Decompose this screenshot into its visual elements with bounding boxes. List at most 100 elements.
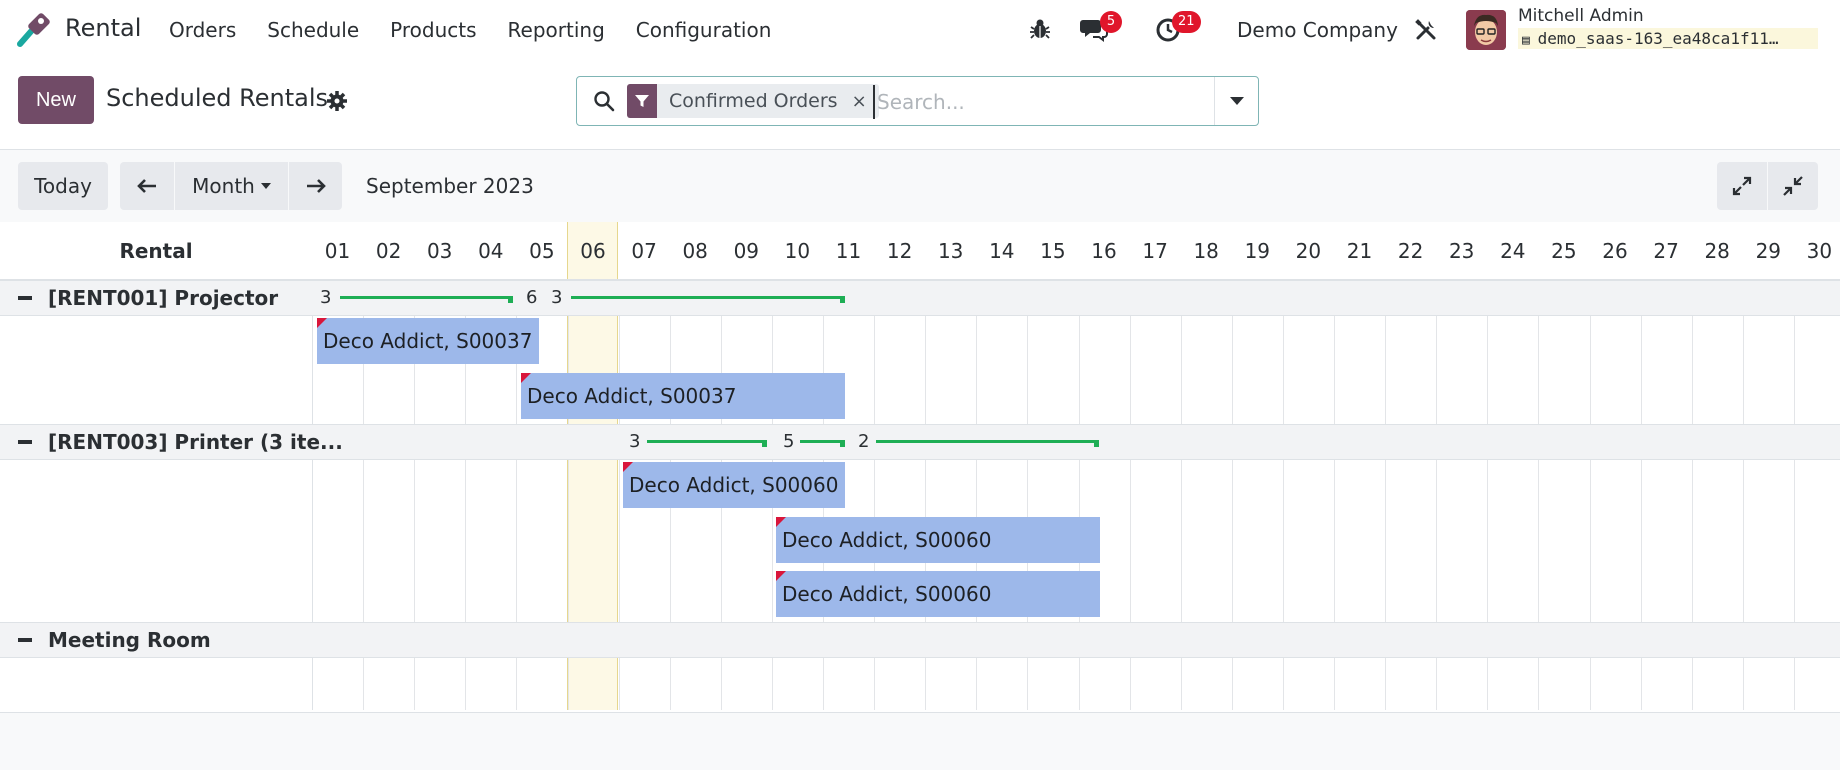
search-icon[interactable] <box>593 90 615 112</box>
scale-label: Month <box>192 174 255 198</box>
day-header: 24 <box>1500 239 1526 263</box>
menu-orders[interactable]: Orders <box>169 18 236 42</box>
day-header: 18 <box>1193 239 1219 263</box>
availability-bar <box>571 296 845 303</box>
new-button[interactable]: New <box>18 76 94 124</box>
day-header: 15 <box>1040 239 1066 263</box>
search-options-toggle[interactable] <box>1214 77 1258 125</box>
availability-count: 2 <box>858 431 870 452</box>
company-switcher[interactable]: Demo Company <box>1237 18 1398 42</box>
group-label-text: Meeting Room <box>48 628 211 652</box>
availability-count: 5 <box>783 431 795 452</box>
day-header: 28 <box>1704 239 1730 263</box>
day-header: 12 <box>886 239 913 263</box>
period-label: September 2023 <box>366 174 534 198</box>
main-menu: Orders Schedule Products Reporting Confi… <box>169 18 802 42</box>
next-period-button[interactable] <box>289 162 342 210</box>
gantt-view: Rental 01 02 03 04 05 06 07 08 09 10 11 12 13 14 15 16 1… <box>0 222 1840 712</box>
menu-reporting[interactable]: Reporting <box>508 18 605 42</box>
availability-count: 3 <box>629 431 641 452</box>
day-header: 07 <box>631 239 657 263</box>
day-header: 04 <box>478 239 504 263</box>
settings-tools-icon[interactable] <box>1414 18 1438 42</box>
day-header: 02 <box>375 239 402 263</box>
group-row-projector[interactable]: [RENT001] Projector 3 6 3 <box>0 280 1840 316</box>
day-header: 16 <box>1091 239 1117 263</box>
database-name: ▤ demo_saas-163_ea48ca1f11… <box>1518 28 1818 49</box>
database-name-text: demo_saas-163_ea48ca1f11… <box>1537 29 1779 48</box>
gear-icon[interactable] <box>326 90 348 112</box>
empty-area <box>0 712 1840 770</box>
day-header: 09 <box>733 239 760 263</box>
day-header: 30 <box>1806 239 1833 263</box>
filter-icon <box>627 84 657 118</box>
day-header: 22 <box>1397 239 1424 263</box>
day-header: 29 <box>1755 239 1782 263</box>
previous-period-button[interactable] <box>120 162 174 210</box>
day-header: 26 <box>1602 239 1628 263</box>
day-header: 20 <box>1295 239 1322 263</box>
scale-dropdown[interactable]: Month <box>175 162 288 210</box>
gantt-toolbar: Today Month September 2023 <box>0 150 1840 222</box>
group-row-printer[interactable]: [RENT003] Printer (3 ite... 3 5 2 <box>0 424 1840 460</box>
gantt-header: Rental 01 02 03 04 05 06 07 08 09 10 11 12 13 14 15 16 1… <box>0 222 1840 280</box>
user-name[interactable]: Mitchell Admin <box>1518 6 1644 26</box>
user-avatar-image <box>1466 10 1506 50</box>
group-label[interactable]: Meeting Room <box>18 628 211 652</box>
day-header: 01 <box>324 239 351 263</box>
arrow-left-icon <box>137 179 156 193</box>
rental-pill[interactable]: Deco Addict, S00060 <box>776 571 1100 617</box>
debug-bug-icon[interactable] <box>1029 18 1051 40</box>
row-header-title: Rental <box>119 239 193 263</box>
availability-count: 3 <box>551 287 563 308</box>
compress-icon <box>1783 176 1803 196</box>
arrow-right-icon <box>306 179 326 193</box>
rental-pill[interactable]: Deco Addict, S00037 <box>521 373 845 419</box>
menu-configuration[interactable]: Configuration <box>636 18 772 42</box>
collapse-minus-icon[interactable] <box>18 638 32 642</box>
menu-schedule[interactable]: Schedule <box>267 18 359 42</box>
collapse-minus-icon[interactable] <box>18 440 32 444</box>
group-label[interactable]: [RENT003] Printer (3 ite... <box>18 430 343 454</box>
group-label-text: [RENT001] Projector <box>48 286 279 310</box>
page-title: Scheduled Rentals <box>106 84 329 112</box>
rental-pill[interactable]: Deco Addict, S00060 <box>776 517 1100 563</box>
search-bar: Confirmed Orders × <box>576 76 1259 126</box>
availability-bar <box>340 296 513 303</box>
day-header: 19 <box>1244 239 1271 263</box>
day-header: 05 <box>529 239 555 263</box>
expand-rows-button[interactable] <box>1717 162 1767 210</box>
top-navbar: Rental Orders Schedule Products Reportin… <box>0 0 1840 60</box>
collapse-rows-button[interactable] <box>1768 162 1818 210</box>
group-label-text: [RENT003] Printer (3 ite... <box>48 430 343 454</box>
activities-badge: 21 <box>1172 11 1201 33</box>
rental-pill[interactable]: Deco Addict, S00037 <box>317 318 539 364</box>
availability-count: 6 <box>526 287 538 308</box>
day-header: 06 <box>580 239 606 263</box>
collapse-minus-icon[interactable] <box>18 296 32 300</box>
availability-bar <box>647 440 767 447</box>
today-button[interactable]: Today <box>18 162 108 210</box>
day-header: 13 <box>937 239 964 263</box>
day-header: 08 <box>682 239 708 263</box>
app-name[interactable]: Rental <box>65 14 141 42</box>
day-header: 03 <box>426 239 453 263</box>
day-header: 14 <box>989 239 1015 263</box>
search-input[interactable] <box>873 85 1203 119</box>
menu-products[interactable]: Products <box>390 18 476 42</box>
control-panel: New Scheduled Rentals Confirmed Orders × <box>0 60 1840 150</box>
day-header: 17 <box>1142 239 1168 263</box>
group-row-meeting-room[interactable]: Meeting Room <box>0 622 1840 658</box>
messages-badge: 5 <box>1100 11 1122 33</box>
user-avatar[interactable] <box>1466 10 1506 50</box>
day-header: 10 <box>784 239 811 263</box>
group-label[interactable]: [RENT001] Projector <box>18 286 278 310</box>
rental-app-icon[interactable] <box>16 10 54 48</box>
filter-facet: Confirmed Orders × <box>627 84 879 118</box>
database-icon: ▤ <box>1522 33 1538 48</box>
caret-down-icon <box>260 183 271 189</box>
availability-count: 3 <box>320 287 332 308</box>
rental-pill[interactable]: Deco Addict, S00060 <box>623 462 845 508</box>
day-header: 11 <box>835 239 862 263</box>
day-header: 25 <box>1551 239 1577 263</box>
